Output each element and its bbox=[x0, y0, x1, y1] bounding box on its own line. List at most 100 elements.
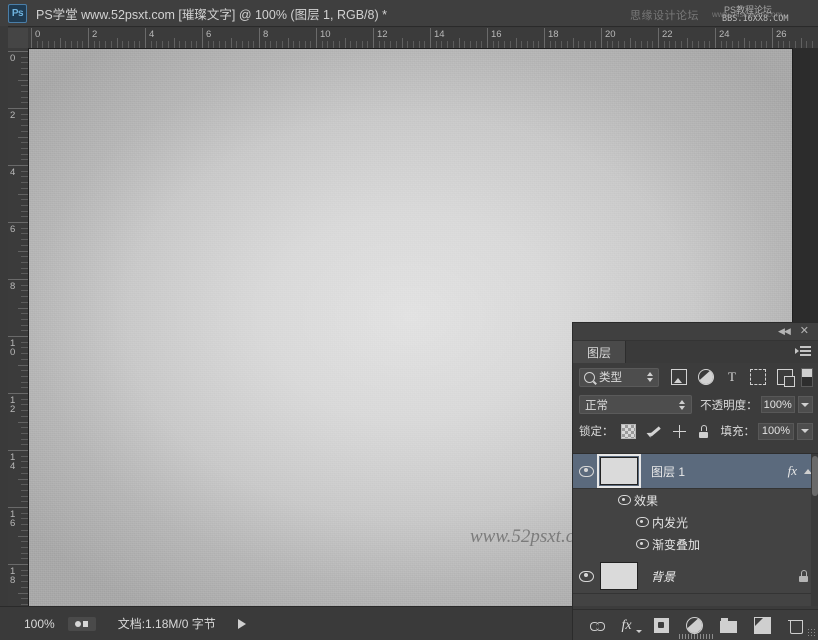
effect-row[interactable]: 渐变叠加 bbox=[573, 533, 818, 555]
ruler-tick bbox=[459, 38, 460, 48]
shape-filter-icon[interactable] bbox=[750, 369, 766, 385]
ruler-tick bbox=[196, 41, 197, 48]
opacity-input[interactable]: 100% bbox=[761, 396, 795, 413]
vertical-ruler[interactable]: 024681012141618 bbox=[8, 48, 29, 606]
layer-list-scrollbar[interactable] bbox=[811, 454, 818, 606]
opacity-dropdown-button[interactable] bbox=[798, 396, 813, 413]
ruler-tick bbox=[21, 456, 28, 457]
ruler-tick bbox=[578, 41, 579, 48]
ruler-tick bbox=[21, 245, 28, 246]
panel-drag-grip[interactable] bbox=[679, 634, 713, 639]
effects-group-row[interactable]: 效果 bbox=[573, 489, 818, 511]
ruler-tick bbox=[356, 41, 357, 48]
blend-mode-label: 正常 bbox=[585, 397, 679, 413]
chevron-down-icon bbox=[801, 429, 809, 433]
effect-visibility-toggle[interactable] bbox=[632, 539, 652, 549]
layer-style-fx-icon[interactable]: fx bbox=[622, 618, 637, 633]
new-group-icon[interactable] bbox=[720, 621, 737, 633]
ruler-tick bbox=[493, 41, 494, 48]
filter-kind-spinner-icon[interactable] bbox=[647, 371, 654, 383]
ruler-tick bbox=[21, 570, 28, 571]
type-filter-icon[interactable]: T bbox=[725, 370, 739, 384]
horizontal-ruler[interactable]: 02468101214161820222426 bbox=[28, 28, 818, 49]
layer-thumbnail[interactable] bbox=[600, 562, 638, 590]
ruler-tick bbox=[8, 507, 28, 508]
status-preview-icon[interactable] bbox=[68, 617, 96, 631]
panel-menu-icon[interactable] bbox=[795, 346, 811, 357]
lock-transparent-pixels-icon[interactable] bbox=[621, 424, 636, 439]
ruler-tick bbox=[21, 211, 28, 212]
layer-visibility-toggle[interactable] bbox=[573, 466, 600, 477]
layer-list[interactable]: 图层 1 fx 效果 内发光 渐变叠加 背景 bbox=[573, 453, 818, 606]
pixel-layer-filter-icon[interactable] bbox=[671, 369, 687, 385]
lock-position-icon[interactable] bbox=[673, 425, 686, 438]
close-panel-icon[interactable]: ✕ bbox=[800, 326, 809, 337]
ruler-tick bbox=[647, 41, 648, 48]
ruler-tick bbox=[510, 41, 511, 48]
resize-grip[interactable] bbox=[807, 628, 815, 636]
ruler-tick bbox=[379, 41, 380, 48]
ruler-tick bbox=[390, 41, 391, 48]
ruler-tick bbox=[248, 41, 249, 48]
add-layer-mask-icon[interactable] bbox=[654, 618, 669, 633]
layer-fx-badge[interactable]: fx bbox=[788, 463, 797, 479]
layer-row[interactable]: 背景 bbox=[573, 559, 818, 594]
ruler-tick bbox=[709, 41, 710, 48]
ruler-tick bbox=[65, 41, 66, 48]
lock-all-icon[interactable] bbox=[698, 425, 709, 438]
ruler-tick bbox=[21, 404, 28, 405]
blend-mode-select[interactable]: 正常 bbox=[579, 395, 692, 414]
ruler-label: 16 bbox=[491, 29, 502, 40]
ruler-tick bbox=[555, 41, 556, 48]
tab-layers[interactable]: 图层 bbox=[573, 341, 626, 363]
filter-toggle-switch[interactable] bbox=[801, 368, 813, 387]
ruler-tick bbox=[624, 41, 625, 48]
effect-visibility-toggle[interactable] bbox=[632, 517, 652, 527]
photoshop-window: Ps PS学堂 www.52psxt.com [璀璨文字] @ 100% (图层… bbox=[0, 0, 818, 639]
ruler-tick bbox=[362, 41, 363, 48]
layer-row[interactable]: 图层 1 fx bbox=[573, 454, 818, 489]
smart-object-filter-icon[interactable] bbox=[777, 369, 793, 385]
effect-row[interactable]: 内发光 bbox=[573, 511, 818, 533]
blend-mode-spinner-icon[interactable] bbox=[679, 399, 686, 411]
ruler-tick bbox=[151, 41, 152, 48]
ruler-tick bbox=[128, 41, 129, 48]
layer-visibility-toggle[interactable] bbox=[573, 571, 600, 582]
delete-layer-icon[interactable] bbox=[788, 618, 803, 633]
status-menu-arrow-icon[interactable] bbox=[238, 619, 246, 629]
ruler-tick bbox=[162, 41, 163, 48]
collapse-panel-icon[interactable]: ◀◀ bbox=[778, 326, 790, 337]
filter-kind-select[interactable]: 类型 bbox=[579, 368, 659, 387]
ruler-tick bbox=[18, 251, 28, 252]
ruler-tick bbox=[550, 41, 551, 48]
ruler-tick bbox=[71, 41, 72, 48]
effects-group-label: 效果 bbox=[634, 492, 658, 509]
fill-input[interactable]: 100% bbox=[758, 423, 794, 440]
layer-name[interactable]: 背景 bbox=[651, 568, 798, 585]
ruler-tick bbox=[31, 28, 32, 48]
effects-visibility-toggle[interactable] bbox=[614, 495, 634, 505]
ruler-tick bbox=[590, 41, 591, 48]
link-layers-icon[interactable] bbox=[590, 618, 605, 633]
ruler-tick bbox=[18, 536, 28, 537]
new-layer-icon[interactable] bbox=[754, 617, 771, 634]
lock-image-pixels-icon[interactable] bbox=[648, 425, 661, 438]
scrollbar-thumb[interactable] bbox=[812, 456, 818, 496]
ruler-label: 20 bbox=[605, 29, 616, 40]
ruler-tick bbox=[373, 28, 374, 48]
lock-icon-group bbox=[621, 424, 709, 439]
adjustment-filter-icon[interactable] bbox=[698, 369, 714, 385]
zoom-level[interactable]: 100% bbox=[24, 617, 55, 631]
ruler-corner[interactable] bbox=[8, 28, 29, 49]
ruler-tick bbox=[8, 51, 28, 52]
ruler-tick bbox=[761, 41, 762, 48]
new-adjustment-layer-icon[interactable] bbox=[686, 617, 703, 634]
ruler-tick bbox=[21, 85, 28, 86]
fill-dropdown-button[interactable] bbox=[797, 423, 813, 440]
ruler-tick bbox=[253, 41, 254, 48]
ruler-tick bbox=[18, 308, 28, 309]
ruler-tick bbox=[88, 28, 89, 48]
layer-name[interactable]: 图层 1 bbox=[651, 463, 788, 480]
ruler-tick bbox=[21, 148, 28, 149]
layer-thumbnail[interactable] bbox=[600, 457, 638, 485]
